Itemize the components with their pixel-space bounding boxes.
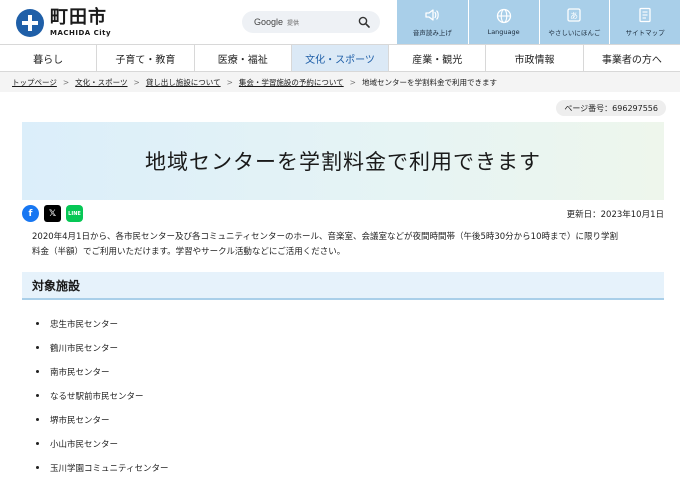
tool-easy-japanese[interactable]: あ やさしいにほんご [538, 0, 610, 44]
page-title: 地域センターを学割料金で利用できます [145, 150, 541, 174]
utility-tools: 音声読み上げ Language あ やさしいにほんご サイトマップ [397, 0, 680, 44]
nav-item-industry[interactable]: 産業・観光 [388, 45, 485, 71]
section-heading: 対象施設 [22, 272, 664, 300]
tool-language[interactable]: Language [467, 0, 539, 44]
list-item: 鶴川市民センター [36, 336, 169, 360]
logo-roman: MACHIDA City [50, 29, 112, 37]
nav-item-childcare[interactable]: 子育て・教育 [96, 45, 193, 71]
list-item: 玉川学園コミュニティセンター [36, 456, 169, 480]
nav-item-health[interactable]: 医療・福祉 [193, 45, 291, 71]
facebook-share-icon[interactable]: f [22, 205, 39, 222]
line-share-icon[interactable]: LINE [66, 205, 83, 222]
nav-item-business[interactable]: 事業者の方へ [582, 45, 680, 71]
list-item: 小山市民センター [36, 432, 169, 456]
nav-item-culture-sports[interactable]: 文化・スポーツ [290, 45, 389, 71]
share-buttons: f 𝕏 LINE [22, 205, 83, 222]
city-emblem-icon [16, 9, 44, 37]
page-number-badge: ページ番号：696297556 [556, 100, 666, 116]
logo-kanji: 町田市 [50, 7, 107, 28]
breadcrumb-link[interactable]: 貸し出し施設について [146, 77, 221, 88]
global-nav: 暮らし 子育て・教育 医療・福祉 文化・スポーツ 産業・観光 市政情報 事業者の… [0, 44, 680, 72]
breadcrumb-link[interactable]: 集会・学習施設の予約について [239, 77, 344, 88]
nav-item-city-info[interactable]: 市政情報 [485, 45, 582, 71]
easy-japanese-icon: あ [567, 8, 582, 22]
tool-label: サイトマップ [625, 29, 665, 37]
search-sub: 提供 [287, 19, 300, 27]
breadcrumb-current: 地域センターを学割料金で利用できます [361, 77, 497, 87]
list-item: 南市民センター [36, 360, 169, 384]
svg-text:あ: あ [570, 12, 578, 21]
list-item: 忠生市民センター [36, 312, 169, 336]
list-item: 堺市民センター [36, 408, 169, 432]
speaker-icon [425, 9, 440, 21]
search-brand: Google [254, 17, 284, 27]
chevron-right-icon: > [226, 77, 233, 87]
site-logo[interactable]: 町田市 MACHIDA City [16, 6, 126, 40]
search-input[interactable]: Google 提供 [242, 11, 380, 33]
chevron-right-icon: > [62, 77, 70, 87]
facility-list: 忠生市民センター 鶴川市民センター 南市民センター なるせ駅前市民センター 堺市… [36, 312, 169, 480]
tool-label: 音声読み上げ [412, 29, 452, 37]
title-band: 地域センターを学割料金で利用できます [22, 122, 664, 200]
intro-line: 料金（半額）でご利用いただけます。学習やサークル活動などにご活用ください。 [32, 247, 346, 257]
breadcrumb: トップページ > 文化・スポーツ > 貸し出し施設について > 集会・学習施設の… [0, 72, 680, 92]
chevron-right-icon: > [133, 77, 140, 87]
tool-read-aloud[interactable]: 音声読み上げ [397, 0, 468, 44]
intro-line: 2020年4月1日から、各市民センター及び各コミュニティセンターのホール、音楽室… [32, 232, 618, 242]
search-icon[interactable] [358, 16, 370, 28]
tool-label: やさしいにほんご [548, 29, 601, 37]
list-item: なるせ駅前市民センター [36, 384, 169, 408]
intro-text: 2020年4月1日から、各市民センター及び各コミュニティセンターのホール、音楽室… [32, 230, 662, 260]
tool-sitemap[interactable]: サイトマップ [609, 0, 680, 44]
breadcrumb-link[interactable]: トップページ [12, 77, 57, 88]
tool-label: Language [487, 28, 520, 36]
updated-date: 更新日：2023年10月1日 [566, 210, 664, 220]
globe-icon [496, 8, 511, 24]
sitemap-icon [639, 7, 651, 23]
x-share-icon[interactable]: 𝕏 [44, 205, 61, 222]
breadcrumb-link[interactable]: 文化・スポーツ [75, 77, 127, 88]
site-header: 町田市 MACHIDA City Google 提供 音声読み上げ Langua… [0, 0, 680, 44]
nav-item-living[interactable]: 暮らし [0, 45, 96, 71]
chevron-right-icon: > [349, 77, 356, 87]
